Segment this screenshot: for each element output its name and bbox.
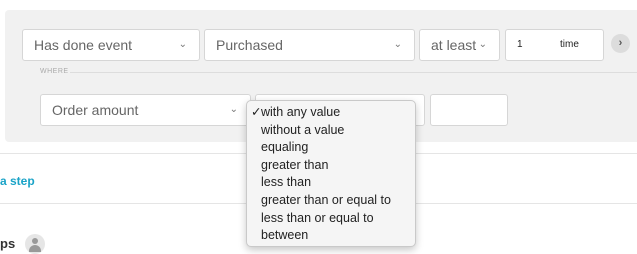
chevron-down-icon: ⌄	[393, 39, 402, 50]
event-name-value: Purchased	[216, 37, 283, 53]
section-title: ps	[0, 236, 16, 251]
count-unit: time	[560, 39, 579, 50]
dropdown-option[interactable]: equaling	[247, 139, 415, 157]
property-select[interactable]: Order amount ⌄	[40, 94, 251, 126]
event-name-select[interactable]: Purchased ⌄	[204, 29, 415, 61]
event-condition-value: Has done event	[34, 37, 133, 53]
dropdown-option[interactable]: without a value	[247, 122, 415, 140]
dropdown-option[interactable]: ✓ with any value	[247, 104, 415, 122]
dropdown-option[interactable]: less than	[247, 174, 415, 192]
chevron-down-icon: ⌄	[478, 39, 487, 50]
operator-dropdown-menu: ✓ with any value without a value equaling…	[246, 100, 416, 247]
property-value-input[interactable]	[430, 94, 508, 126]
user-icon	[25, 234, 45, 254]
where-divider	[70, 72, 637, 73]
dropdown-option[interactable]: between	[247, 227, 415, 245]
count-value: 1	[517, 39, 523, 50]
event-condition-select[interactable]: Has done event ⌄	[22, 29, 200, 61]
chevron-down-icon: ⌄	[178, 39, 187, 50]
where-label: WHERE	[40, 68, 69, 75]
count-input[interactable]: 1 time	[505, 29, 604, 61]
property-value: Order amount	[52, 102, 139, 118]
checkmark-icon: ✓	[251, 105, 262, 119]
chevron-down-icon: ⌄	[229, 104, 238, 115]
dropdown-option[interactable]: less than or equal to	[247, 210, 415, 228]
add-step-link[interactable]: a step	[0, 174, 35, 188]
dropdown-option[interactable]: greater than	[247, 157, 415, 175]
frequency-operator-value: at least	[431, 37, 477, 53]
frequency-operator-select[interactable]: at least ⌄	[419, 29, 500, 61]
dropdown-option[interactable]: greater than or equal to	[247, 192, 415, 210]
chevron-right-icon[interactable]: ›	[611, 34, 630, 53]
